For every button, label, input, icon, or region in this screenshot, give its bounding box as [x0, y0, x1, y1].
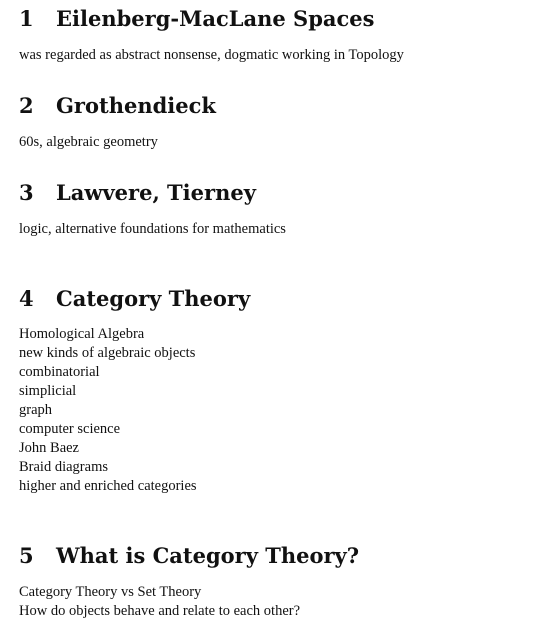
section-title: Lawvere, Tierney [56, 180, 256, 205]
section-title: Grothendieck [56, 93, 216, 118]
section-3-heading: 3 Lawvere, Tierney [19, 182, 256, 203]
section-title: What is Category Theory? [56, 543, 360, 568]
section-number: 2 [19, 93, 34, 118]
section-1-heading: 1 Eilenberg-MacLane Spaces [19, 8, 374, 29]
section-3-body: logic, alternative foundations for mathe… [19, 220, 286, 239]
body-line: graph [19, 402, 53, 418]
body-line: computer science [19, 421, 121, 437]
body-line: simplicial [19, 383, 77, 399]
body-line: Braid diagrams [19, 459, 108, 475]
section-number: 4 [19, 286, 34, 311]
body-line: 60s, algebraic geometry [19, 134, 158, 150]
section-4-heading: 4 Category Theory [19, 288, 250, 309]
body-line: How do objects behave and relate to each… [19, 603, 301, 619]
section-number: 3 [19, 180, 34, 205]
section-5-body: Category Theory vs Set Theory How do obj… [19, 583, 300, 621]
body-line: combinatorial [19, 364, 100, 380]
body-line: higher and enriched categories [19, 478, 197, 494]
section-2-body: 60s, algebraic geometry [19, 133, 158, 152]
body-line: Homological Algebra [19, 326, 145, 342]
section-1-body: was regarded as abstract nonsense, dogma… [19, 46, 404, 65]
section-5-heading: 5 What is Category Theory? [19, 545, 359, 566]
body-line: logic, alternative foundations for mathe… [19, 221, 286, 237]
section-4-body: Homological Algebra new kinds of algebra… [19, 325, 197, 496]
body-line: John Baez [19, 440, 79, 456]
body-line: new kinds of algebraic objects [19, 345, 196, 361]
section-number: 1 [19, 6, 34, 31]
body-line: was regarded as abstract nonsense, dogma… [19, 47, 404, 63]
section-2-heading: 2 Grothendieck [19, 95, 216, 116]
section-title: Category Theory [56, 286, 251, 311]
section-number: 5 [19, 543, 34, 568]
body-line: Category Theory vs Set Theory [19, 584, 202, 600]
section-title: Eilenberg-MacLane Spaces [56, 6, 375, 31]
